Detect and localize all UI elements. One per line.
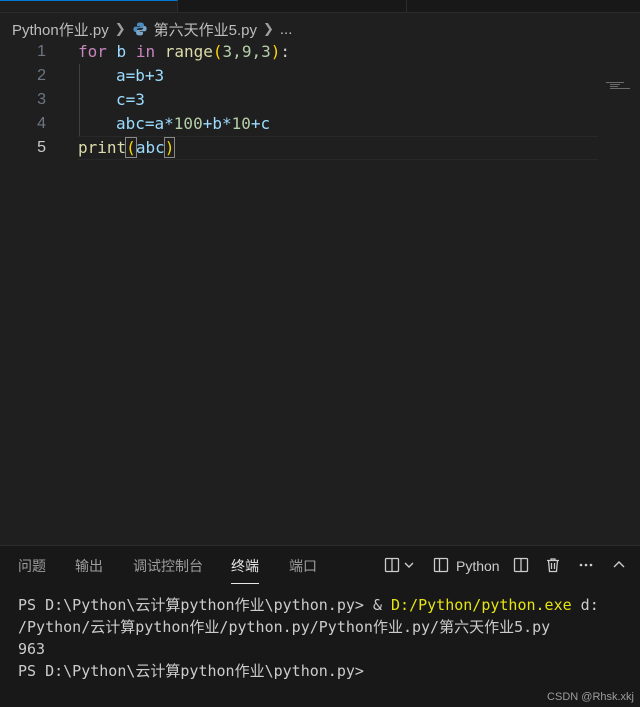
terminal-prompt: PS D:\Python\云计算python作业\python.py> xyxy=(18,662,364,680)
editor-tab[interactable] xyxy=(178,0,407,12)
bracket: ( xyxy=(212,42,223,61)
code-editor[interactable]: 1 for b in range(3,9,3): 2 a=b+3 3 c=3 4… xyxy=(0,40,640,545)
code-segment: +c xyxy=(250,114,271,133)
code-text: for b in range(3,9,3): xyxy=(78,40,290,64)
tab-output[interactable]: 输出 xyxy=(75,556,103,576)
bracket: ( xyxy=(125,137,137,158)
bracket: ) xyxy=(270,42,281,61)
arguments: 3,9,3 xyxy=(222,42,271,61)
line-number: 1 xyxy=(37,43,46,60)
code-line-current: 5 print(abc) xyxy=(0,136,640,160)
terminal-result: 963 xyxy=(18,640,46,658)
split-terminal-icon[interactable] xyxy=(511,555,531,575)
code-line: 1 for b in range(3,9,3): xyxy=(0,40,640,64)
watermark: CSDN @Rhsk.xkj xyxy=(547,691,634,703)
chevron-right-icon: ❯ xyxy=(262,21,274,36)
code-segment: +b* xyxy=(202,114,232,133)
tab-debug-console[interactable]: 调试控制台 xyxy=(133,556,203,576)
editor-tab[interactable] xyxy=(406,0,640,12)
code-segment: abc=a* xyxy=(116,114,174,133)
terminal-text: d: xyxy=(571,596,599,614)
terminal-exe-path: D:/Python/python.exe xyxy=(391,596,572,614)
tab-ports[interactable]: 端口 xyxy=(289,556,317,576)
code-text: print(abc) xyxy=(78,136,176,160)
breadcrumb-folder[interactable]: Python作业.py xyxy=(12,19,109,40)
code-text: a=b+3 xyxy=(116,66,165,85)
panel-tabs: 问题 输出 调试控制台 终端 端口 Python xyxy=(0,546,640,586)
terminal-shell-icon[interactable] xyxy=(431,555,451,575)
code-text: c=3 xyxy=(116,90,145,109)
breadcrumb-symbol[interactable]: ... xyxy=(280,21,293,38)
chevron-up-icon[interactable] xyxy=(609,555,629,575)
tab-terminal[interactable]: 终端 xyxy=(231,556,259,584)
chevron-right-icon: ❯ xyxy=(114,21,126,36)
line-number: 4 xyxy=(37,115,46,132)
bottom-panel: 问题 输出 调试控制台 终端 端口 Python PS D:\Python\云计… xyxy=(0,545,640,707)
variable: b xyxy=(116,42,127,61)
line-number: 3 xyxy=(37,91,46,108)
keyword: in xyxy=(135,42,156,61)
shell-label[interactable]: Python xyxy=(456,558,500,574)
keyword: for xyxy=(78,42,107,61)
breadcrumb-file[interactable]: 第六天作业5.py xyxy=(154,19,257,40)
code-line: 2 a=b+3 xyxy=(0,64,640,88)
layout-split-icon[interactable] xyxy=(382,555,402,575)
more-actions-icon[interactable] xyxy=(576,555,596,575)
code-line: 3 c=3 xyxy=(0,88,640,112)
breadcrumb: Python作业.py ❯ 第六天作业5.py ❯ ... xyxy=(12,18,292,40)
python-file-icon xyxy=(132,21,148,37)
terminal-prompt: PS D:\Python\云计算python作业\python.py> & xyxy=(18,596,392,614)
colon: : xyxy=(280,42,290,61)
line-number: 2 xyxy=(37,67,46,84)
function-name: range xyxy=(164,42,213,61)
tab-problems[interactable]: 问题 xyxy=(18,556,46,576)
terminal-output[interactable]: PS D:\Python\云计算python作业\python.py> & D:… xyxy=(18,594,599,682)
chevron-down-icon[interactable] xyxy=(402,555,416,575)
line-number: 5 xyxy=(37,139,46,156)
editor-tab-active[interactable] xyxy=(0,0,178,12)
code-line: 4 abc=a*100+b*10+c xyxy=(0,112,640,136)
editor-tab-strip xyxy=(0,0,640,13)
number-literal: 100 xyxy=(173,114,203,133)
bracket: ) xyxy=(163,137,176,158)
code-text: abc=a*100+b*10+c xyxy=(116,112,270,136)
variable: abc xyxy=(135,138,165,157)
trash-icon[interactable] xyxy=(543,555,563,575)
number-literal: 10 xyxy=(231,114,251,133)
terminal-text: /Python/云计算python作业/python.py/Python作业.p… xyxy=(18,618,551,636)
function-name: print xyxy=(78,138,127,157)
